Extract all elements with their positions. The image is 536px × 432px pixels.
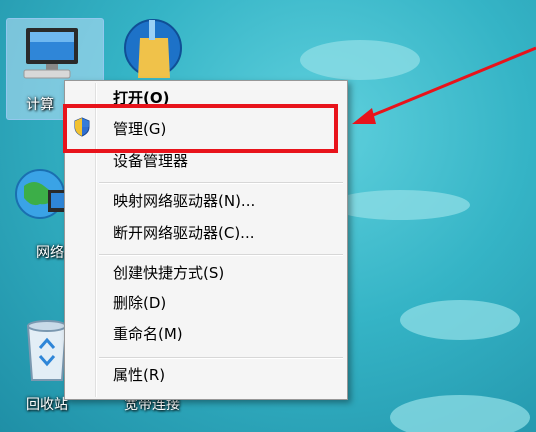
desktop: 计算 网络 回收站 宽带连接 打开(O) 管理(G) 设备管理器 映射网络驱动器… [0,0,536,432]
annotation-arrow-icon [352,46,536,124]
